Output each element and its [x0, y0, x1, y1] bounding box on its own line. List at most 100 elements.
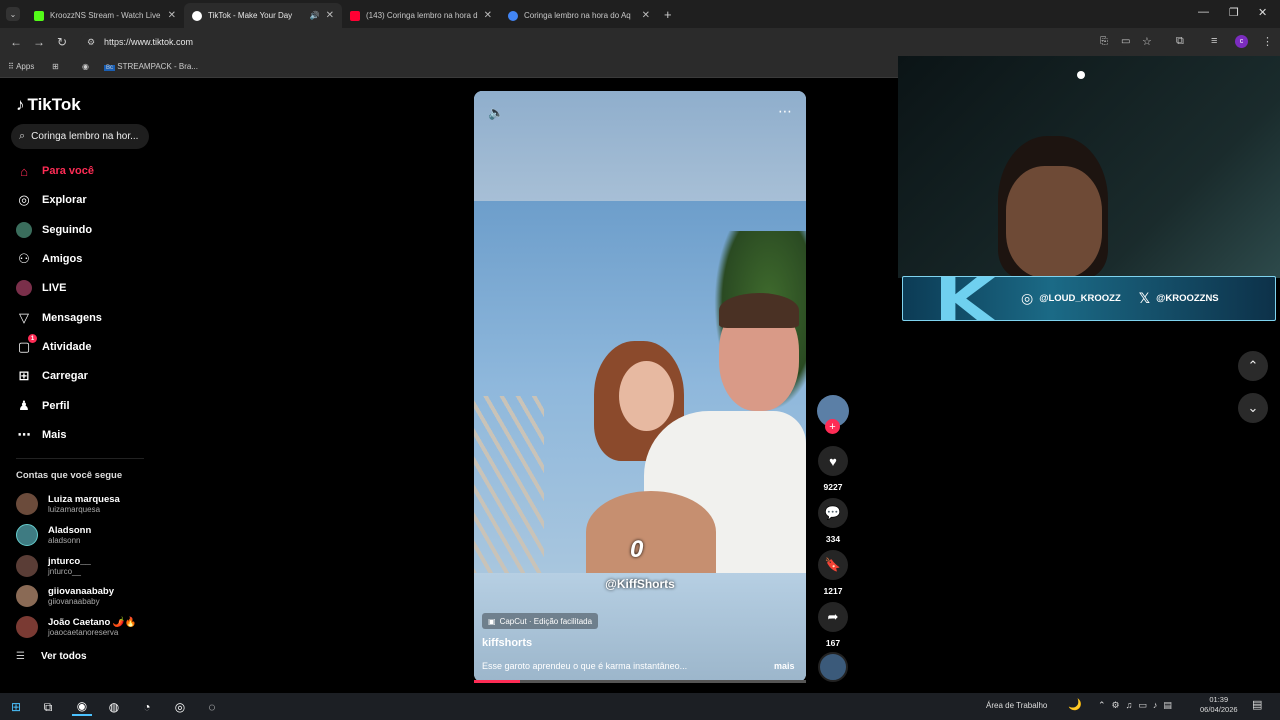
sidebar-item-live[interactable]: LIVE [16, 277, 66, 299]
video-frame-top [474, 91, 806, 201]
follow-plus-icon[interactable]: + [825, 419, 840, 434]
sidebar-item-perfil[interactable]: ♟ Perfil [16, 395, 69, 417]
video-caption: Esse garoto aprendeu o que é karma insta… [482, 661, 688, 671]
avatar [16, 585, 38, 607]
chrome-taskbar-icon[interactable]: ◉ [72, 698, 92, 716]
back-icon[interactable]: ← [10, 35, 22, 49]
social-banner: ◎ @LOUD_KROOZZ 𝕏 @KROOZZNS [902, 276, 1276, 321]
extensions-icon[interactable]: ⧉ [1176, 35, 1184, 48]
sidebar-item-mais[interactable]: ⋯ Mais [16, 424, 67, 446]
sidebar-item-amigos[interactable]: ⚇ Amigos [16, 248, 82, 270]
account-item[interactable]: João Caetano 🌶️🔥 joaocaetanoreserva [16, 613, 137, 641]
man-hair-image [719, 293, 799, 328]
next-video-button[interactable]: ⌄ [1238, 393, 1268, 423]
chevron-up-icon: ⌃ [1247, 358, 1259, 373]
windows-start-icon[interactable]: ⊞ [6, 698, 26, 716]
sidebar-item-carregar[interactable]: ⊞ Carregar [16, 365, 88, 387]
desktop-label[interactable]: Área de Trabalho [986, 701, 1047, 710]
sidebar-item-seguindo[interactable]: Seguindo [16, 219, 92, 241]
youtube-favicon-icon [350, 10, 360, 21]
bookmark-streampack[interactable]: Bc STREAMPACK - Bra... [104, 62, 198, 71]
translate-icon[interactable]: ⎘ [1100, 36, 1108, 47]
task-view-icon[interactable]: ⧉ [38, 698, 58, 716]
sidebar-item-explorar[interactable]: ◎ Explorar [16, 189, 86, 211]
account-item[interactable]: jnturco__ jnturco__ [16, 552, 91, 580]
tab-google[interactable]: Coringa lembro na hora do Aq ✕ [500, 3, 658, 28]
following-accounts-title: Contas que você segue [16, 470, 123, 481]
caption-more-button[interactable]: mais [774, 661, 795, 671]
more-options-icon[interactable]: ⋯ [778, 103, 792, 120]
close-icon[interactable]: ✕ [642, 10, 650, 21]
capcut-icon: ▣ [488, 616, 496, 626]
clock[interactable]: 01:39 06/04/2026 [1200, 695, 1238, 715]
site-info-icon[interactable]: ⚙ [87, 37, 95, 48]
account-item[interactable]: giiovanaababy giiovanaababy [16, 582, 114, 610]
url-field[interactable]: https://www.tiktok.com [80, 32, 1130, 52]
bookmark-icon[interactable]: 🔖 [818, 550, 848, 580]
profile-icon: ♟ [18, 398, 30, 413]
search-input[interactable]: ⌕ Coringa lembro na hor... [11, 124, 149, 149]
previous-video-button[interactable]: ⌃ [1238, 351, 1268, 381]
video-author[interactable]: kiffshorts [482, 637, 532, 649]
apps-grid-icon: ⠿ [8, 62, 17, 71]
comment-action[interactable]: 💬 334 [818, 498, 848, 544]
close-window-button[interactable]: ✕ [1258, 6, 1267, 19]
share-action[interactable]: ➦ 167 [818, 602, 848, 648]
restore-button[interactable]: ❐ [1229, 6, 1239, 19]
forward-icon[interactable]: → [33, 35, 45, 49]
woman-face-image [619, 361, 674, 431]
video-progress-fill [474, 680, 521, 683]
see-all-button[interactable]: ☰ Ver todos [16, 651, 87, 662]
video-overlay-handle: @KiffShorts [605, 577, 675, 591]
tab-youtube[interactable]: (143) Coringa lembro na hora d ✕ [342, 3, 500, 28]
globe-icon[interactable]: ◉ [82, 62, 89, 71]
heart-icon[interactable]: ♥ [818, 446, 848, 476]
new-tab-button[interactable]: + [664, 7, 672, 22]
tab-groups-icon[interactable]: ⊞ [52, 62, 59, 71]
capcut-tag[interactable]: ▣ CapCut · Edição facilitada [482, 613, 599, 629]
compass-icon: ◎ [18, 192, 30, 207]
sidebar-divider [16, 458, 144, 459]
speaker-icon[interactable]: 🔊 [310, 11, 320, 20]
minimize-button[interactable]: — [1198, 6, 1209, 18]
avatar [16, 524, 38, 546]
avatar [16, 616, 38, 638]
account-item[interactable]: Aladsonn aladsonn [16, 521, 91, 549]
obs-taskbar-icon[interactable]: ◍ [104, 698, 124, 716]
chrome-profile-taskbar-icon[interactable]: ◎ [170, 698, 190, 716]
profile-avatar-icon[interactable]: c [1235, 35, 1248, 48]
sidebar-item-mensagens[interactable]: ▽ Mensagens [16, 307, 102, 329]
reading-list-icon[interactable]: ≡ [1211, 35, 1217, 47]
bookmark-star-icon[interactable]: ☆ [1142, 35, 1152, 48]
sidebar-item-atividade[interactable]: ▢ 1 Atividade [16, 334, 92, 358]
tab-kick[interactable]: KroozzNS Stream - Watch Live ✕ [26, 3, 184, 28]
k-logo-icon [941, 277, 995, 320]
app-taskbar-icon[interactable]: ◔ [137, 698, 157, 716]
weather-icon[interactable]: 🌙 [1068, 698, 1082, 711]
video-progress-track[interactable] [474, 680, 806, 683]
bookmark-apps[interactable]: ⠿ Apps [8, 62, 34, 71]
close-icon[interactable]: ✕ [326, 10, 334, 21]
rollercoaster-structure-image [474, 396, 544, 576]
tiktok-logo[interactable]: ♪ TikTok [16, 95, 81, 115]
system-tray-icons[interactable]: ⌃⚙♫▭♪▤ [1098, 700, 1178, 711]
account-item[interactable]: Luiza marquesa luizamarquesa [16, 490, 120, 518]
tab-tiktok[interactable]: TikTok - Make Your Day 🔊 ✕ [184, 3, 342, 28]
music-disc-icon[interactable] [818, 652, 848, 682]
close-icon[interactable]: ✕ [168, 10, 176, 21]
volume-icon[interactable]: 🔈 [488, 105, 504, 121]
video-player[interactable]: 🔈 ⋯ 0 @KiffShorts ▣ CapCut · Edição facil… [474, 91, 806, 682]
app2-taskbar-icon[interactable]: ◌ [202, 698, 222, 716]
tab-search-button[interactable]: ⌄ [6, 7, 20, 21]
sidebar-item-para-voce[interactable]: ⌂ Para você [16, 160, 94, 182]
close-icon[interactable]: ✕ [484, 10, 492, 21]
google-favicon-icon [508, 10, 518, 21]
cast-icon[interactable]: ▭ [1121, 36, 1130, 47]
comment-icon[interactable]: 💬 [818, 498, 848, 528]
browser-menu-icon[interactable]: ⋮ [1262, 35, 1273, 48]
share-icon[interactable]: ➦ [818, 602, 848, 632]
save-action[interactable]: 🔖 1217 [818, 550, 848, 596]
like-action[interactable]: ♥ 9227 [818, 446, 848, 492]
reload-icon[interactable]: ↻ [57, 35, 67, 49]
notifications-icon[interactable]: ▤ [1252, 698, 1262, 711]
